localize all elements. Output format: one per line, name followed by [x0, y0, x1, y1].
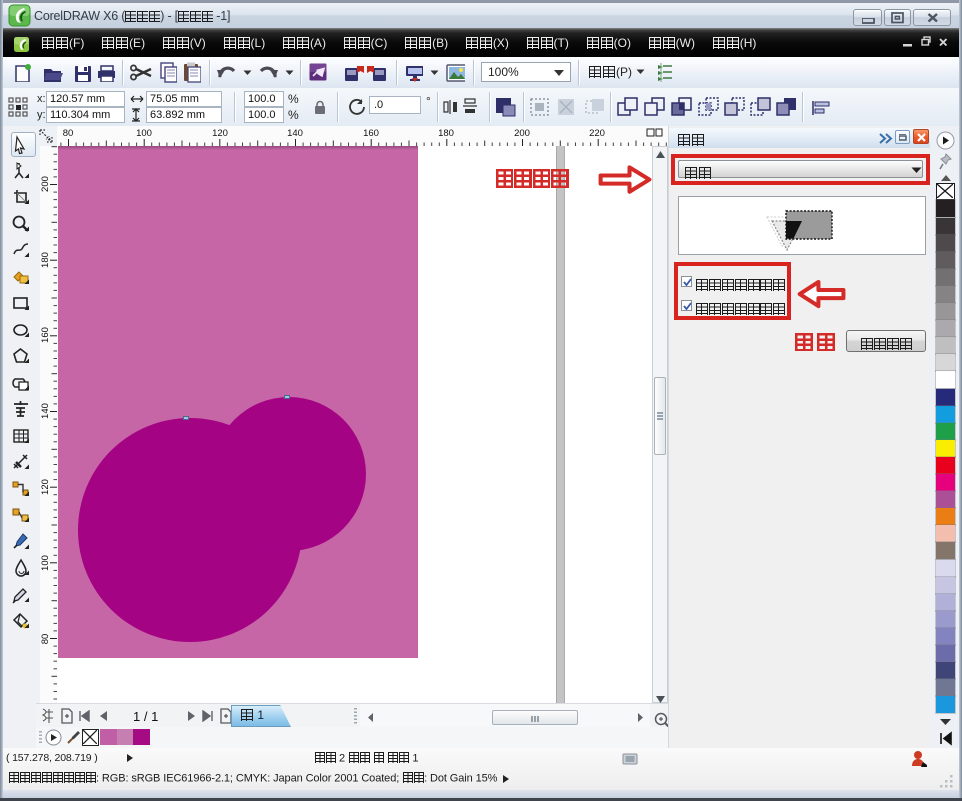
svg-text:180: 180 [40, 252, 51, 268]
svg-text:120: 120 [212, 128, 228, 139]
svg-text:100: 100 [136, 128, 152, 139]
svg-text:180: 180 [438, 128, 454, 139]
svg-text:140: 140 [40, 403, 51, 419]
svg-text:160: 160 [363, 128, 379, 139]
svg-text:80: 80 [63, 128, 74, 139]
svg-text:140: 140 [287, 128, 303, 139]
svg-text:120: 120 [40, 479, 51, 495]
svg-text:100: 100 [40, 555, 51, 571]
svg-text:160: 160 [40, 327, 51, 343]
svg-text:200: 200 [514, 128, 530, 139]
svg-text:200: 200 [40, 176, 51, 192]
svg-text:220: 220 [589, 128, 605, 139]
svg-text:80: 80 [40, 634, 51, 645]
